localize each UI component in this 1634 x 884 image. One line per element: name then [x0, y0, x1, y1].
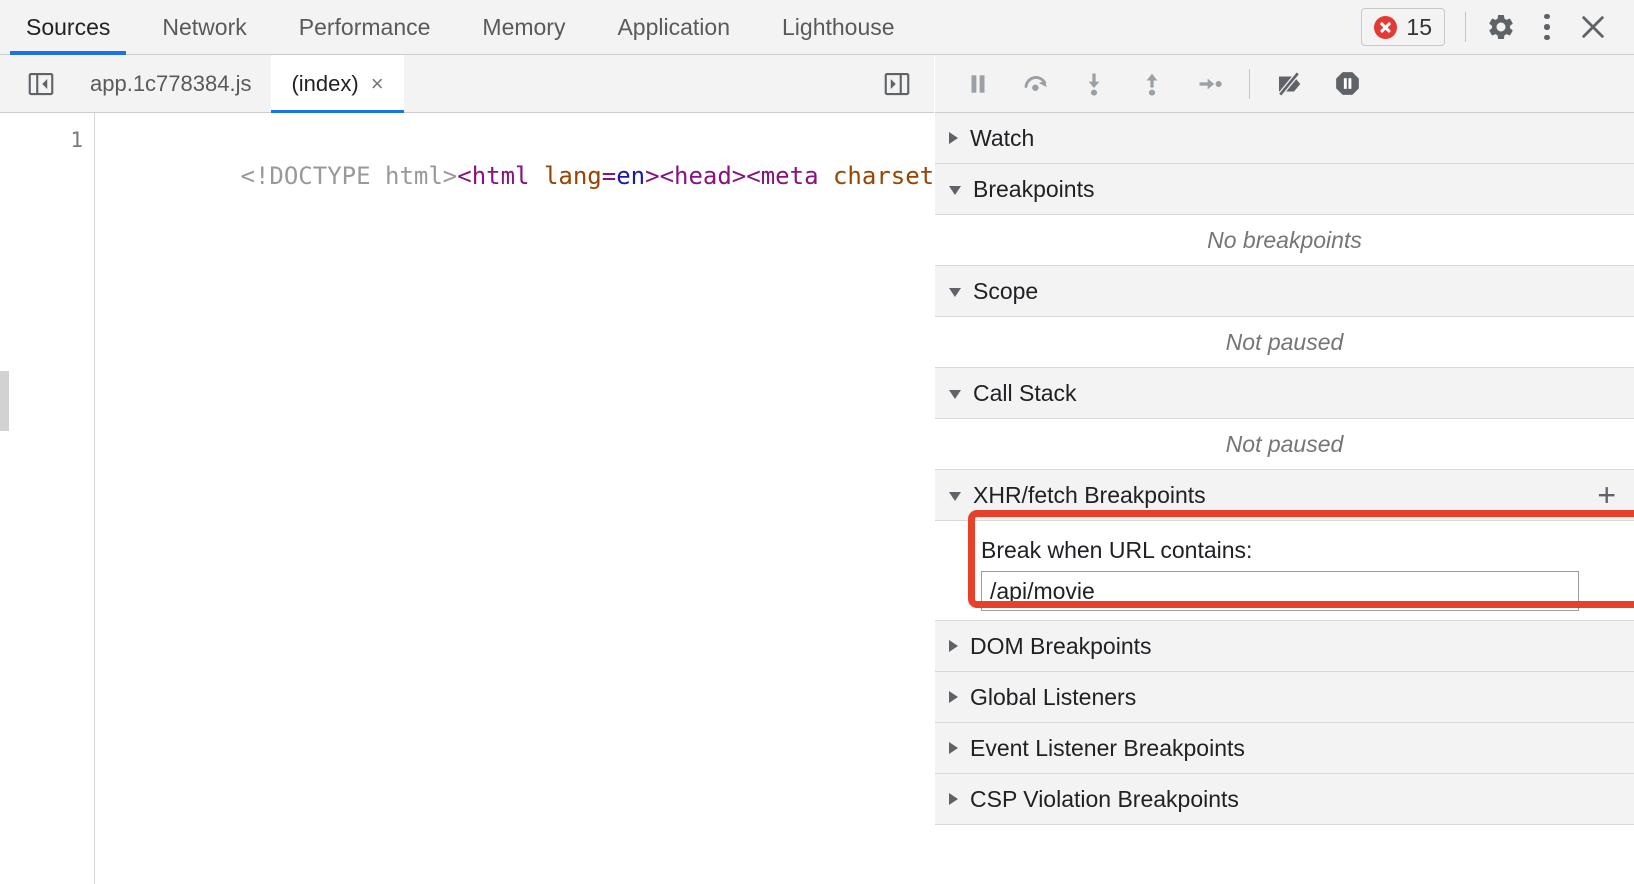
error-count-badge[interactable]: 15 [1361, 8, 1445, 46]
section-scope[interactable]: Scope [935, 266, 1634, 317]
chevron-right-icon [949, 793, 958, 805]
error-circle-icon [1374, 15, 1398, 39]
close-icon[interactable]: × [371, 72, 384, 95]
code-token-gt1: > [645, 162, 660, 190]
chevron-right-icon [949, 640, 958, 652]
code-content[interactable]: <!DOCTYPE html><html lang=en><head><meta… [96, 113, 935, 884]
chevron-down-icon [949, 185, 961, 195]
toolbar-divider [1465, 12, 1466, 42]
file-tab-index[interactable]: (index) × [271, 54, 404, 113]
show-navigator-icon[interactable] [18, 61, 64, 107]
section-global-listeners[interactable]: Global Listeners [935, 672, 1634, 723]
deactivate-breakpoints-icon[interactable] [1260, 59, 1318, 109]
step-into-icon[interactable] [1065, 59, 1123, 109]
section-title: Call Stack [973, 379, 1077, 406]
section-breakpoints-body: No breakpoints [935, 215, 1634, 266]
section-title: Breakpoints [973, 175, 1095, 202]
xhr-breakpoint-editor: Break when URL contains: [935, 521, 1634, 621]
section-title: Event Listener Breakpoints [970, 734, 1245, 761]
step-over-icon[interactable] [1007, 59, 1065, 109]
add-xhr-breakpoint-button[interactable]: + [1597, 479, 1616, 511]
section-title: XHR/fetch Breakpoints [973, 481, 1206, 508]
code-token-meta-tag: <meta [746, 162, 819, 190]
code-editor[interactable]: 1 <!DOCTYPE html><html lang=en><head><me… [0, 113, 934, 884]
source-editor-pane: app.1c778384.js (index) × 1 <!DOCTYPE ht… [0, 54, 934, 884]
tab-label: Performance [298, 13, 431, 40]
section-csp-violation-breakpoints[interactable]: CSP Violation Breakpoints [935, 774, 1634, 825]
error-count-label: 15 [1406, 13, 1432, 40]
devtools-window: Sources Network Performance Memory Appli… [0, 0, 1634, 884]
tab-label: Application [617, 13, 730, 40]
editor-scrollbar[interactable] [0, 113, 9, 884]
gear-icon[interactable] [1478, 4, 1524, 50]
code-token-doctype: <!DOCTYPE html> [240, 162, 458, 190]
file-tab-label: (index) [291, 70, 359, 96]
section-title: Watch [970, 124, 1035, 151]
chevron-right-icon [949, 691, 958, 703]
close-icon[interactable] [1570, 4, 1616, 50]
code-token-lang-value: en [616, 162, 646, 190]
section-xhr-fetch-breakpoints[interactable]: XHR/fetch Breakpoints + [935, 470, 1634, 521]
debugger-sidebar: Watch Breakpoints No breakpoints Scope N… [935, 55, 1634, 884]
tab-label: Lighthouse [782, 13, 895, 40]
chevron-down-icon [949, 287, 961, 297]
code-token-html-tag: <html [457, 162, 530, 190]
chevron-right-icon [949, 132, 958, 144]
step-icon[interactable] [1181, 59, 1239, 109]
tab-label: Sources [26, 13, 111, 40]
more-dots [1544, 13, 1550, 41]
tab-network[interactable]: Network [136, 0, 272, 55]
section-call-stack[interactable]: Call Stack [935, 368, 1634, 419]
debugger-sections: Watch Breakpoints No breakpoints Scope N… [935, 113, 1634, 825]
chevron-down-icon [949, 389, 961, 399]
tab-label: Network [162, 13, 247, 40]
section-title: Global Listeners [970, 683, 1137, 710]
section-title: CSP Violation Breakpoints [970, 785, 1239, 812]
file-tab-app-js[interactable]: app.1c778384.js [70, 55, 271, 113]
file-tab-label: app.1c778384.js [90, 70, 252, 96]
tab-label: Memory [482, 13, 566, 40]
empty-message: Not paused [1225, 328, 1344, 355]
devtools-panel-tabbar: Sources Network Performance Memory Appli… [0, 0, 1634, 55]
section-call-stack-body: Not paused [935, 419, 1634, 470]
pause-on-exceptions-icon[interactable] [1318, 59, 1376, 109]
line-number: 1 [70, 128, 83, 152]
code-token-eq1: = [601, 162, 617, 190]
code-token-charset-attr: charset [818, 162, 934, 190]
section-title: DOM Breakpoints [970, 632, 1152, 659]
show-debugger-icon[interactable] [874, 61, 920, 107]
section-title: Scope [973, 277, 1039, 304]
empty-message: Not paused [1225, 430, 1344, 457]
file-tabbar: app.1c778384.js (index) × [0, 54, 934, 113]
tab-lighthouse[interactable]: Lighthouse [756, 0, 921, 55]
xhr-breakpoint-label: Break when URL contains: [981, 537, 1253, 563]
section-event-listener-breakpoints[interactable]: Event Listener Breakpoints [935, 723, 1634, 774]
debugger-toolbar-divider [1249, 68, 1250, 99]
tab-memory[interactable]: Memory [456, 0, 591, 55]
code-token-head-tag: <head> [659, 162, 747, 190]
section-scope-body: Not paused [935, 317, 1634, 368]
chevron-down-icon [949, 491, 961, 501]
debugger-toolbar [935, 55, 1634, 113]
section-breakpoints[interactable]: Breakpoints [935, 164, 1634, 215]
empty-message: No breakpoints [1207, 226, 1362, 253]
more-vertical-icon[interactable] [1524, 4, 1570, 50]
pause-icon[interactable] [949, 59, 1007, 109]
line-number-gutter[interactable]: 1 [14, 113, 95, 884]
step-out-icon[interactable] [1123, 59, 1181, 109]
tab-performance[interactable]: Performance [273, 0, 457, 55]
section-dom-breakpoints[interactable]: DOM Breakpoints [935, 621, 1634, 672]
xhr-breakpoint-url-input[interactable] [981, 571, 1579, 611]
chevron-right-icon [949, 742, 958, 754]
code-token-lang-attr: lang [529, 162, 602, 190]
section-watch[interactable]: Watch [935, 113, 1634, 164]
scrollbar-thumb[interactable] [0, 371, 9, 431]
tab-sources[interactable]: Sources [0, 0, 136, 55]
code-line-1: <!DOCTYPE html><html lang=en><head><meta… [96, 122, 935, 230]
tab-application[interactable]: Application [591, 0, 756, 55]
